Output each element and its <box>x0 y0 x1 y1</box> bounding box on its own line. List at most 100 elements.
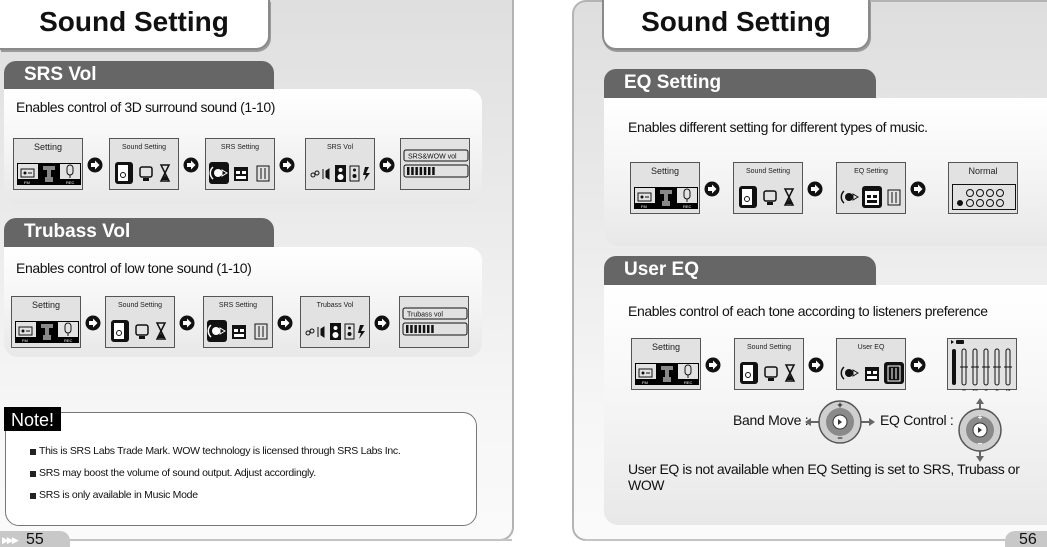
section-header-srs-vol: SRS Vol <box>4 61 274 91</box>
svg-text:FM: FM <box>641 204 647 209</box>
screen-icons <box>952 184 1016 210</box>
screen-icons <box>209 161 271 184</box>
lcd-screen: SRS Setting <box>205 138 275 190</box>
next-arrow-icon <box>807 181 823 197</box>
screen-icons <box>738 361 800 384</box>
section-header-eq-setting: EQ Setting <box>604 69 876 99</box>
lcd-screen: Sound Setting <box>105 296 175 348</box>
screen-icons: FM REC <box>634 185 698 209</box>
screen-icons <box>207 319 269 342</box>
band-move-label: Band Move : <box>733 412 809 428</box>
next-arrow-icon <box>87 157 103 173</box>
lcd-screen: EQ Setting <box>836 162 906 214</box>
screen-caption: SRS Setting <box>218 302 258 309</box>
svg-text:REC: REC <box>64 338 73 343</box>
section-header-trubass-vol: Trubass Vol <box>4 218 274 248</box>
screen-caption: SRS Vol <box>326 144 354 151</box>
lcd-screen: SRS Setting <box>203 296 273 348</box>
svg-text:REC: REC <box>683 204 692 209</box>
lcd-screen: Normal <box>948 162 1018 214</box>
screen-caption: Sound Setting <box>747 344 791 351</box>
note-text: SRS may boost the volume of sound output… <box>39 467 316 479</box>
screen-icons: FM REC <box>15 319 79 343</box>
svg-text:REC: REC <box>66 180 75 185</box>
user-eq-sliders: 60 250 1k 4k 14k <box>951 340 1012 392</box>
user-eq-availability-note: User EQ is not available when EQ Setting… <box>628 461 1020 493</box>
next-arrow-icon <box>374 315 390 331</box>
eq-control-dial-icon: + − <box>958 398 1002 462</box>
srs-setting-icons <box>840 362 904 384</box>
next-arrow-icon <box>277 315 293 331</box>
svg-text:60: 60 <box>962 388 966 392</box>
screen-icons <box>304 319 366 341</box>
srs-setting-icons <box>840 186 901 208</box>
note-list: This is SRS Labs Trade Mark. WOW technol… <box>30 440 401 506</box>
lcd-screen: Trubass Vol <box>300 296 370 348</box>
screen-caption: Setting <box>651 342 681 352</box>
lcd-screen: Sound Setting <box>734 338 804 390</box>
screen-caption: SRS Setting <box>220 144 260 151</box>
lcd-screen: User EQ <box>836 338 906 390</box>
svg-text:FM: FM <box>642 380 648 385</box>
svg-text:REC: REC <box>684 380 693 385</box>
chevrons-icon: ▶▶▶ <box>2 535 19 545</box>
setting-menu-icons: FM REC <box>15 321 79 343</box>
screen-icons <box>113 161 175 184</box>
note-item: SRS may boost the volume of sound output… <box>30 462 400 484</box>
sound-menu-icons <box>739 186 795 208</box>
eq-control-label: EQ Control : <box>880 412 954 428</box>
lcd-screen: Sound Setting <box>733 162 803 214</box>
srs-setting-icons <box>209 162 270 184</box>
lcd-screen: SRS&WOW vol <box>400 138 470 190</box>
plus-symbol: + <box>837 400 842 410</box>
screen-icons <box>737 185 799 208</box>
next-arrow-icon <box>704 181 720 197</box>
note-text: SRS is only available in Music Mode <box>39 489 198 501</box>
lcd-screen: Setting FM REC <box>13 138 83 190</box>
section-description: Enables control of each tone according t… <box>628 303 988 319</box>
volume-icons <box>305 323 365 340</box>
bullet-icon <box>30 471 36 477</box>
section-description: Enables control of 3D surround sound (1-… <box>16 99 276 115</box>
note-item: SRS is only available in Music Mode <box>30 484 400 506</box>
section-header-user-eq: User EQ <box>604 256 876 286</box>
sound-menu-icons <box>740 362 796 384</box>
level-display: Trubass vol <box>402 307 468 336</box>
eq-preset-dots <box>952 184 1016 210</box>
svg-text:Trubass vol: Trubass vol <box>407 312 443 319</box>
screen-caption: Sound Setting <box>746 168 790 175</box>
page-number-right: 56 <box>1005 531 1047 547</box>
level-display: SRS&WOW vol <box>403 149 469 178</box>
note-label: Note! <box>4 407 62 431</box>
next-arrow-icon <box>279 157 295 173</box>
plus-symbol: + <box>978 413 983 422</box>
sound-menu-icons <box>115 162 171 184</box>
section-description: Enables control of low tone sound (1-10) <box>16 260 252 276</box>
screen-caption: Setting <box>31 300 61 310</box>
screen-caption: Trubass Vol <box>316 302 354 309</box>
next-arrow-icon <box>705 357 721 373</box>
next-arrow-icon <box>808 357 824 373</box>
screen-caption: Setting <box>650 166 680 176</box>
svg-text:14k: 14k <box>1006 388 1011 392</box>
page-footer-line <box>585 539 1015 541</box>
screen-icons <box>309 161 371 183</box>
band-move-dial-icon: + − <box>805 400 875 444</box>
next-arrow-icon <box>910 357 926 373</box>
lcd-screen: Setting FM REC <box>11 296 81 348</box>
sound-menu-icons <box>111 320 167 342</box>
page-footer-line <box>60 539 512 541</box>
next-arrow-icon <box>179 315 195 331</box>
setting-menu-icons: FM REC <box>635 363 699 385</box>
screen-caption: Sound Setting <box>122 144 166 151</box>
left-page-title: Sound Setting <box>0 0 270 50</box>
setting-menu-icons: FM REC <box>17 163 81 185</box>
lcd-screen: Setting FM REC <box>631 338 701 390</box>
lcd-screen: Setting FM REC <box>630 162 700 214</box>
right-page-title: Sound Setting <box>602 0 870 50</box>
setting-menu-icons: FM REC <box>634 187 698 209</box>
screen-icons <box>840 185 902 208</box>
srs-setting-icons <box>207 320 268 342</box>
svg-text:SRS&WOW vol: SRS&WOW vol <box>408 154 457 161</box>
next-arrow-icon <box>85 315 101 331</box>
